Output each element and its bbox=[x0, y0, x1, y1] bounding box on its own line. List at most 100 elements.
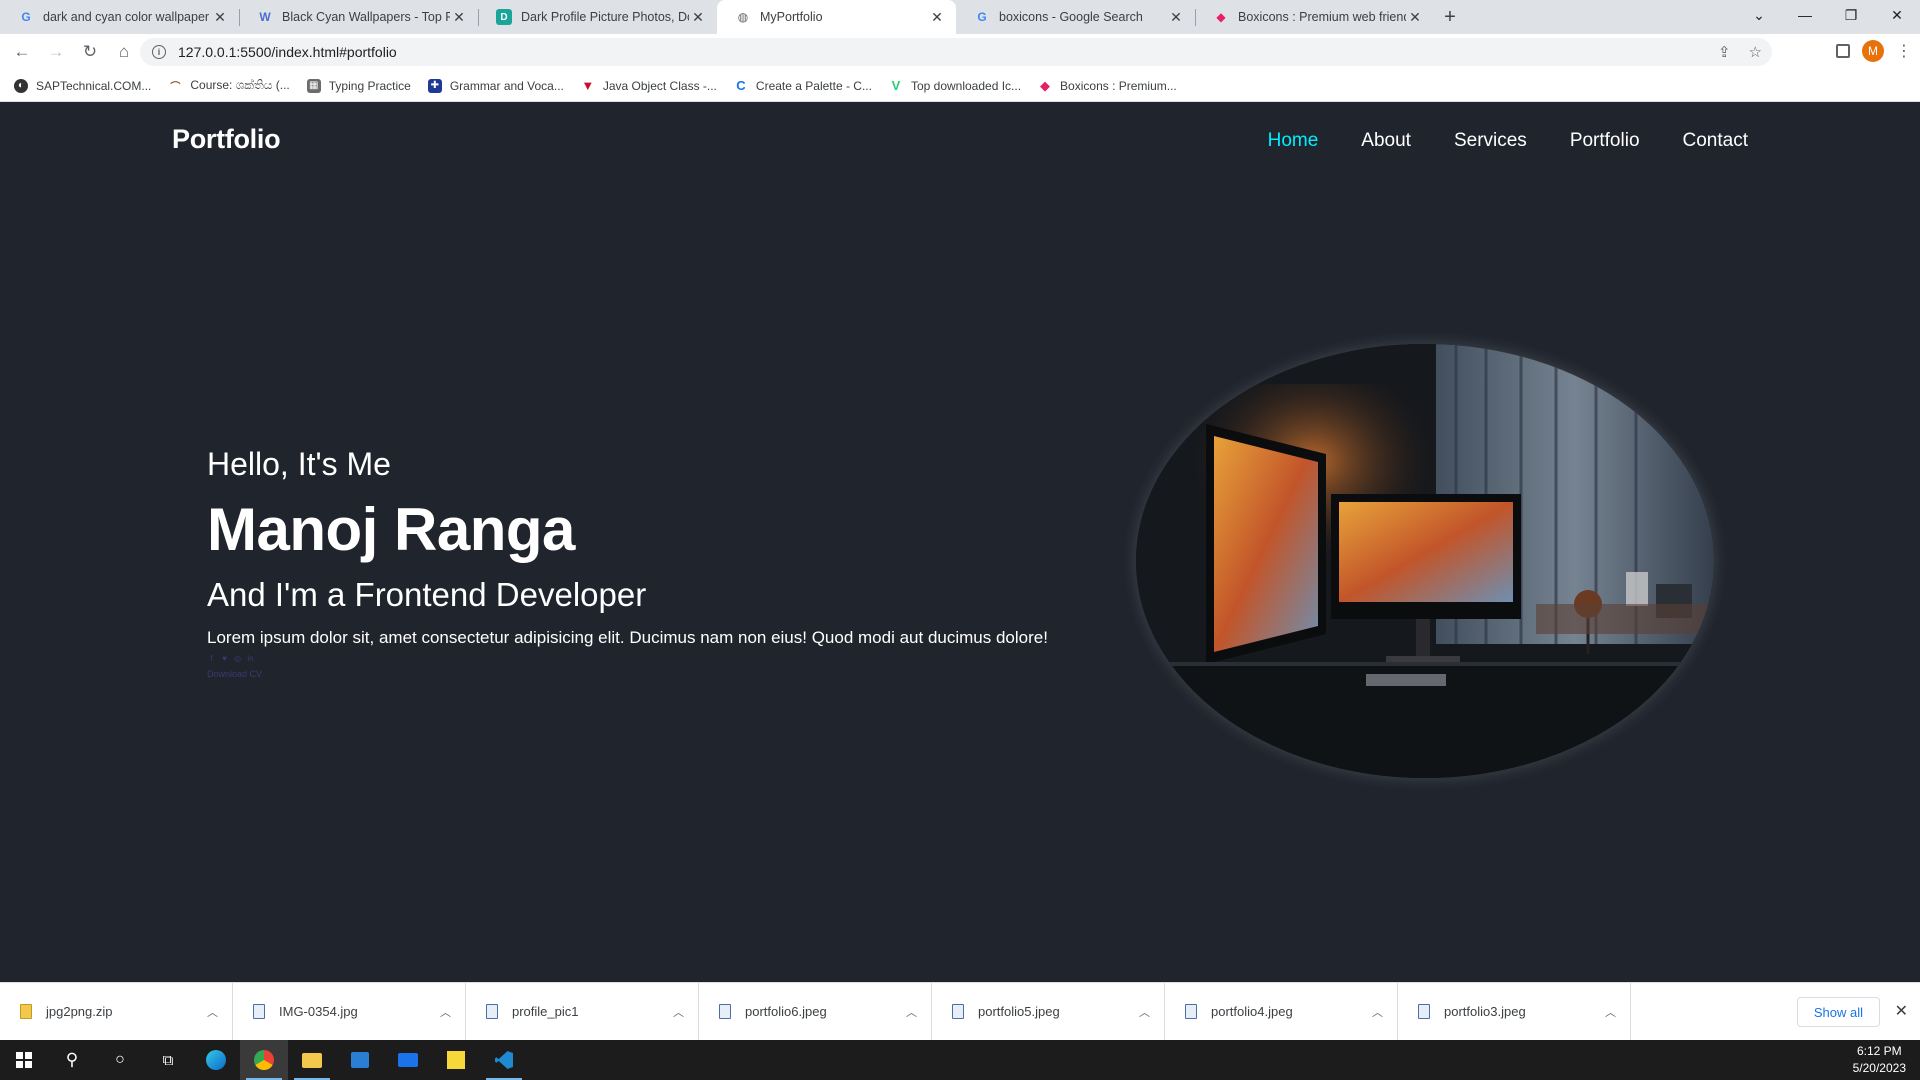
task-view-icon[interactable]: ⧉ bbox=[144, 1040, 192, 1080]
social-links: f ♥ ◎ in bbox=[207, 654, 1107, 663]
chevron-up-icon[interactable]: ︿ bbox=[1139, 1004, 1150, 1020]
profile-avatar[interactable]: M bbox=[1862, 40, 1884, 62]
download-item[interactable]: portfolio5.jpeg ︿ bbox=[932, 982, 1165, 1041]
download-item[interactable]: profile_pic1 ︿ bbox=[466, 982, 699, 1041]
download-item[interactable]: portfolio3.jpeg ︿ bbox=[1398, 982, 1631, 1041]
address-bar[interactable]: i 127.0.0.1:5500/index.html#portfolio ⇪ … bbox=[140, 38, 1772, 66]
site-logo[interactable]: Portfolio bbox=[172, 124, 281, 155]
close-tab-icon[interactable]: ✕ bbox=[450, 9, 468, 26]
windows-logo bbox=[16, 1052, 32, 1068]
menu-icon[interactable]: ⋮ bbox=[1896, 41, 1912, 61]
download-filename: jpg2png.zip bbox=[46, 1004, 113, 1019]
sticky-notes-icon[interactable] bbox=[432, 1040, 480, 1080]
browser-tab[interactable]: W Black Cyan Wallpapers - Top Free ✕ bbox=[239, 0, 478, 34]
clock-date: 5/20/2023 bbox=[1852, 1061, 1906, 1075]
close-window-icon[interactable]: ✕ bbox=[1874, 0, 1920, 30]
linkedin-icon[interactable]: in bbox=[246, 654, 255, 663]
chevron-up-icon[interactable]: ︿ bbox=[673, 1004, 684, 1020]
download-item[interactable]: IMG-0354.jpg ︿ bbox=[233, 982, 466, 1041]
share-icon[interactable]: ⇪ bbox=[1718, 43, 1731, 61]
close-tab-icon[interactable]: ✕ bbox=[1167, 9, 1185, 26]
vscode-icon[interactable] bbox=[480, 1040, 528, 1080]
sap-technical-icon: ◐ bbox=[14, 78, 28, 93]
image-file-icon bbox=[952, 1004, 964, 1019]
browser-tab[interactable]: G dark and cyan color wallpaper - G ✕ bbox=[0, 0, 239, 34]
show-all-downloads-button[interactable]: Show all bbox=[1796, 997, 1880, 1027]
bookmark-item[interactable]: ▼ Java Object Class -... bbox=[581, 78, 717, 93]
vuejs-icon: V bbox=[891, 78, 901, 93]
new-tab-button[interactable]: + bbox=[1434, 0, 1466, 34]
nav-link-portfolio[interactable]: Portfolio bbox=[1570, 130, 1640, 152]
close-tab-icon[interactable]: ✕ bbox=[689, 9, 707, 26]
bookmark-item[interactable]: ▦ Typing Practice bbox=[306, 78, 411, 93]
home-icon[interactable]: ⌂ bbox=[108, 36, 140, 68]
close-downloads-icon[interactable]: ✕ bbox=[1895, 1001, 1908, 1021]
download-filename: IMG-0354.jpg bbox=[279, 1004, 358, 1019]
uk-flag-icon: ✚ bbox=[427, 78, 442, 93]
java-icon: ▼ bbox=[581, 78, 595, 93]
chevron-up-icon[interactable]: ︿ bbox=[906, 1004, 917, 1020]
restore-icon[interactable]: ❐ bbox=[1828, 0, 1874, 30]
chevron-up-icon[interactable]: ︿ bbox=[207, 1004, 218, 1020]
search-icon[interactable]: ⚲ bbox=[48, 1040, 96, 1080]
chrome-icon[interactable] bbox=[240, 1040, 288, 1080]
bookmark-label: Java Object Class -... bbox=[602, 78, 717, 93]
system-clock[interactable]: 6:12 PM 5/20/2023 bbox=[1853, 1043, 1906, 1077]
boxicons-icon: ◆ bbox=[1040, 77, 1051, 93]
nav-link-about[interactable]: About bbox=[1361, 130, 1411, 152]
mail-icon[interactable] bbox=[384, 1040, 432, 1080]
close-tab-icon[interactable]: ✕ bbox=[928, 9, 946, 26]
nav-link-services[interactable]: Services bbox=[1454, 130, 1527, 152]
bookmark-label: Create a Palette - C... bbox=[755, 78, 872, 93]
site-info-icon[interactable]: i bbox=[152, 45, 166, 59]
close-tab-icon[interactable]: ✕ bbox=[211, 9, 229, 26]
nav-link-contact[interactable]: Contact bbox=[1683, 130, 1748, 152]
windows-start-icon[interactable] bbox=[0, 1040, 48, 1080]
download-cv-button[interactable]: Download CV bbox=[207, 669, 1107, 679]
download-item[interactable]: portfolio4.jpeg ︿ bbox=[1165, 982, 1398, 1041]
bookmark-label: Course: ශක්තිය (... bbox=[190, 78, 290, 92]
forward-icon[interactable]: → bbox=[40, 36, 72, 68]
browser-tab[interactable]: G boxicons - Google Search ✕ bbox=[956, 0, 1195, 34]
nav-link-home[interactable]: Home bbox=[1268, 130, 1319, 152]
bookmark-item[interactable]: ⌒ Course: ශක්තිය (... bbox=[168, 78, 289, 93]
tab-title: Dark Profile Picture Photos, Down bbox=[521, 10, 689, 24]
file-explorer-icon[interactable] bbox=[288, 1040, 336, 1080]
twitter-icon[interactable]: ♥ bbox=[220, 654, 229, 663]
tab-title: Black Cyan Wallpapers - Top Free bbox=[282, 10, 450, 24]
tab-title: MyPortfolio bbox=[760, 10, 823, 24]
chevron-up-icon[interactable]: ︿ bbox=[1372, 1004, 1383, 1020]
browser-tab[interactable]: ◆ Boxicons : Premium web friendly ✕ bbox=[1195, 0, 1434, 34]
close-tab-icon[interactable]: ✕ bbox=[1406, 9, 1424, 26]
hero-content: Hello, It's Me Manoj Ranga And I'm a Fro… bbox=[207, 446, 1107, 679]
download-item[interactable]: jpg2png.zip ︿ bbox=[0, 982, 233, 1041]
download-filename: portfolio6.jpeg bbox=[745, 1004, 827, 1019]
instagram-icon[interactable]: ◎ bbox=[233, 654, 242, 663]
download-item[interactable]: portfolio6.jpeg ︿ bbox=[699, 982, 932, 1041]
facebook-icon[interactable]: f bbox=[207, 654, 216, 663]
chevron-up-icon[interactable]: ︿ bbox=[1605, 1004, 1616, 1020]
minimize-icon[interactable]: — bbox=[1782, 0, 1828, 30]
bookmark-item[interactable]: V Top downloaded Ic... bbox=[889, 78, 1022, 93]
image-file-icon bbox=[1418, 1004, 1430, 1019]
cortana-icon[interactable]: ○ bbox=[96, 1040, 144, 1080]
bookmark-star-icon[interactable]: ☆ bbox=[1749, 43, 1762, 61]
bookmark-item[interactable]: ◐ SAPTechnical.COM... bbox=[14, 78, 151, 93]
bookmark-item[interactable]: ✚ Grammar and Voca... bbox=[427, 78, 564, 93]
bookmark-label: Grammar and Voca... bbox=[449, 78, 564, 93]
browser-tab-active[interactable]: ◍ MyPortfolio ✕ bbox=[717, 0, 956, 34]
windows-taskbar: ⚲ ○ ⧉ 6:12 PM 5/20/2023 bbox=[0, 1040, 1920, 1080]
url-text[interactable]: 127.0.0.1:5500/index.html#portfolio bbox=[178, 44, 397, 60]
browser-tab[interactable]: D Dark Profile Picture Photos, Down ✕ bbox=[478, 0, 717, 34]
microsoft-store-icon[interactable] bbox=[336, 1040, 384, 1080]
edge-icon[interactable] bbox=[192, 1040, 240, 1080]
bookmark-item[interactable]: ◆ Boxicons : Premium... bbox=[1038, 77, 1177, 93]
chevron-up-icon[interactable]: ︿ bbox=[440, 1004, 451, 1020]
side-panel-icon[interactable] bbox=[1836, 44, 1850, 58]
tab-search-icon[interactable]: ⌄ bbox=[1736, 0, 1782, 30]
bookmark-label: Top downloaded Ic... bbox=[910, 78, 1022, 93]
bookmark-item[interactable]: C Create a Palette - C... bbox=[734, 78, 872, 93]
reload-icon[interactable]: ↻ bbox=[74, 36, 106, 68]
back-icon[interactable]: ← bbox=[6, 36, 38, 68]
desk-setup-illustration bbox=[1136, 344, 1714, 778]
